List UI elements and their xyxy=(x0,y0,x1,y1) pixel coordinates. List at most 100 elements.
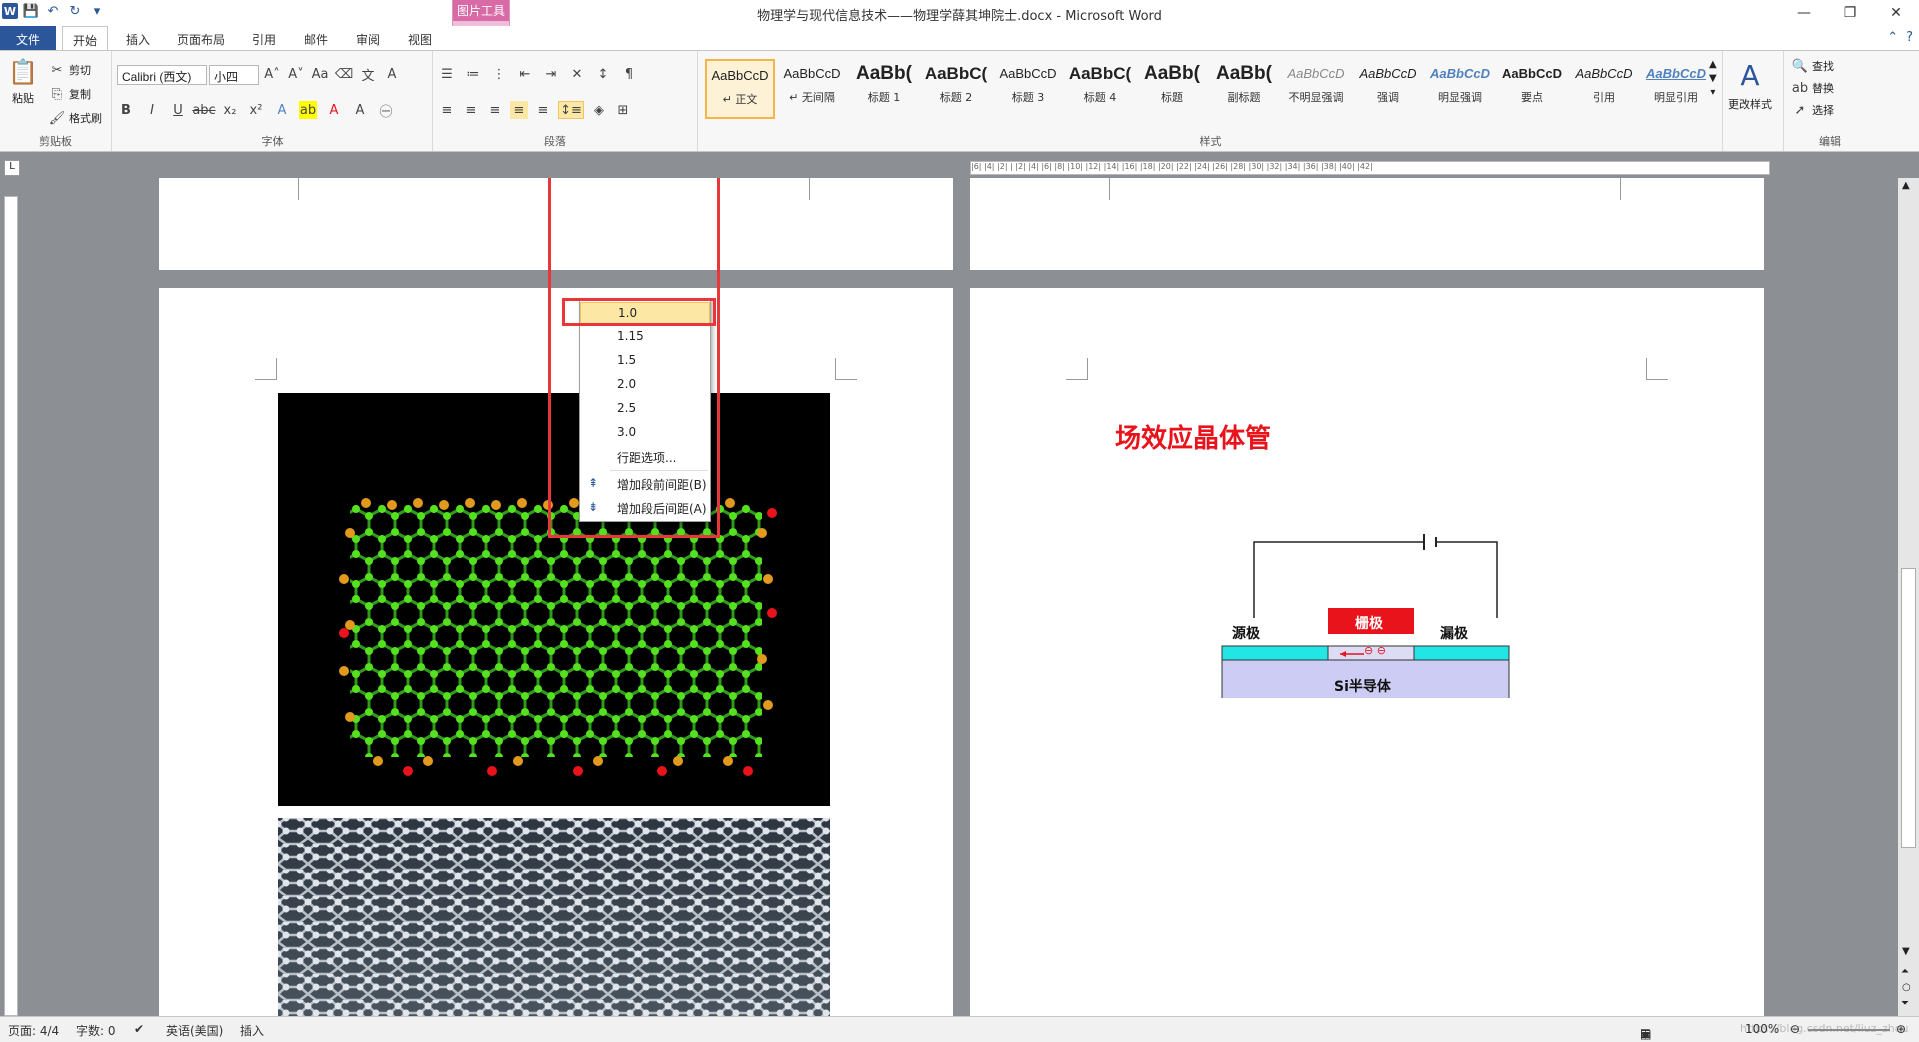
style-normal[interactable]: AaBbCcD ↵ 正文 xyxy=(705,59,775,119)
format-painter-button[interactable]: 🖌 格式刷 xyxy=(48,109,102,127)
zoom-out-icon[interactable]: ⊖ xyxy=(1790,1022,1800,1036)
increase-indent-icon[interactable]: ⇥ xyxy=(542,65,560,83)
style-subtitle[interactable]: AaBb( 副标题 xyxy=(1209,59,1279,119)
style-emphasis[interactable]: AaBbCcD 强调 xyxy=(1353,59,1423,119)
phonetic-icon[interactable]: 文 xyxy=(359,65,377,84)
margin-corner xyxy=(1620,178,1642,200)
distributed-icon[interactable]: ≡ xyxy=(534,101,552,119)
find-button[interactable]: 🔍 查找 xyxy=(1791,57,1834,75)
tab-review[interactable]: 审阅 xyxy=(348,26,388,50)
margin-corner xyxy=(1646,358,1668,380)
zoom-level[interactable]: 100% xyxy=(1745,1022,1779,1036)
fet-heading[interactable]: 场效应晶体管 xyxy=(1115,418,1271,455)
restore-button[interactable]: ❐ xyxy=(1827,0,1873,26)
style-intense-emphasis[interactable]: AaBbCcD 明显强调 xyxy=(1425,59,1495,119)
scroll-down-icon[interactable]: ▼ xyxy=(1902,946,1910,957)
ruler-tab-selector[interactable]: L xyxy=(4,160,20,176)
numbering-icon[interactable]: ≔ xyxy=(464,65,482,83)
next-page-icon[interactable]: ⏷ xyxy=(1901,998,1909,1009)
shrink-font-icon[interactable]: A˅ xyxy=(287,65,305,83)
style-title[interactable]: AaBb( 标题 xyxy=(1137,59,1207,119)
bullets-icon[interactable]: ☰ xyxy=(438,65,456,83)
multilevel-list-icon[interactable]: ⋮ xyxy=(490,65,508,83)
tab-view[interactable]: 视图 xyxy=(400,26,440,50)
replace-button[interactable]: ab 替换 xyxy=(1791,79,1834,97)
select-button[interactable]: ➚ 选择 xyxy=(1791,101,1834,119)
highlight-icon[interactable]: ab xyxy=(299,101,317,119)
language-indicator[interactable]: 英语(美国) xyxy=(166,1022,223,1039)
strikethrough-icon[interactable]: abc xyxy=(192,101,215,119)
page-indicator[interactable]: 页面: 4/4 xyxy=(8,1022,59,1039)
justify-icon[interactable]: ≡ xyxy=(510,101,528,119)
style-quote[interactable]: AaBbCcD 引用 xyxy=(1569,59,1639,119)
bold-icon[interactable]: B xyxy=(117,101,135,119)
zoom-slider[interactable] xyxy=(1808,1029,1890,1031)
horizontal-ruler[interactable]: |6| |4| |2| | |2| |4| |6| |8| |10| |12| … xyxy=(970,161,1770,175)
style-subtle-emphasis[interactable]: AaBbCcD 不明显强调 xyxy=(1281,59,1351,119)
tab-references[interactable]: 引用 xyxy=(244,26,284,50)
char-shading-icon[interactable]: A xyxy=(351,101,369,119)
superscript-icon[interactable]: x² xyxy=(247,101,265,119)
minimize-button[interactable]: — xyxy=(1781,0,1827,26)
style-heading-1[interactable]: AaBb( 标题 1 xyxy=(849,59,919,119)
style-strong[interactable]: AaBbCcD 要点 xyxy=(1497,59,1567,119)
close-button[interactable]: ✕ xyxy=(1873,0,1919,26)
help-icon[interactable]: ? xyxy=(1906,30,1913,45)
insert-mode[interactable]: 插入 xyxy=(240,1022,264,1039)
tab-mailings[interactable]: 邮件 xyxy=(296,26,336,50)
font-color-icon[interactable]: A xyxy=(325,101,343,119)
show-marks-icon[interactable]: ¶ xyxy=(620,65,638,83)
grow-font-icon[interactable]: A˄ xyxy=(263,65,281,83)
copy-button[interactable]: ⎘ 复制 xyxy=(48,85,91,103)
more-styles-icon[interactable]: ▾ xyxy=(1710,87,1715,98)
word-count[interactable]: 字数: 0 xyxy=(76,1022,116,1039)
tab-insert[interactable]: 插入 xyxy=(118,26,158,50)
style-intense-quote[interactable]: AaBbCcD 明显引用 xyxy=(1641,59,1711,119)
change-styles-button[interactable]: A 更改样式 xyxy=(1728,57,1772,112)
document-area[interactable]: 场效应晶体管 栅极 源极 漏极 ⊖ ⊖ Si半导体 1.0 1.15 1.5 2… xyxy=(22,178,1897,1016)
chinese-layout-icon[interactable]: ✕ xyxy=(568,65,586,83)
graphene-3d-lattice-image[interactable] xyxy=(278,818,830,1016)
clear-format-icon[interactable]: ⌫ xyxy=(335,65,353,83)
style-no-spacing[interactable]: AaBbCcD ↵ 无间隔 xyxy=(777,59,847,119)
underline-icon[interactable]: U xyxy=(169,101,187,119)
shading-icon[interactable]: ◈ xyxy=(590,101,608,119)
minimize-ribbon-icon[interactable]: ⌃ xyxy=(1887,30,1898,45)
align-left-icon[interactable]: ≡ xyxy=(438,101,456,119)
text-effects-icon[interactable]: A xyxy=(273,101,291,119)
enclose-char-icon[interactable]: ㊀ xyxy=(377,101,395,120)
decrease-indent-icon[interactable]: ⇤ xyxy=(516,65,534,83)
sort-icon[interactable]: ↕ xyxy=(594,65,612,83)
align-right-icon[interactable]: ≡ xyxy=(486,101,504,119)
tab-home[interactable]: 开始 xyxy=(62,26,108,50)
font-name-combo[interactable]: Calibri (西文) xyxy=(117,65,207,85)
draft-icon[interactable]: ▭ xyxy=(1640,1027,1651,1041)
cut-button[interactable]: ✂ 剪切 xyxy=(48,61,91,79)
styles-scroll[interactable]: ▲ ▼ ▾ xyxy=(1709,59,1717,98)
borders-icon[interactable]: ⊞ xyxy=(614,101,632,119)
tab-file[interactable]: 文件 xyxy=(0,26,56,50)
previous-page-icon[interactable]: ⏶ xyxy=(1901,966,1909,977)
char-border-icon[interactable]: A xyxy=(383,65,401,83)
scroll-up-icon[interactable]: ▲ xyxy=(1902,180,1910,191)
scroll-up-icon[interactable]: ▲ xyxy=(1709,59,1717,70)
scroll-thumb[interactable] xyxy=(1901,568,1916,848)
align-center-icon[interactable]: ≡ xyxy=(462,101,480,119)
paste-button[interactable]: 📋 粘贴 xyxy=(8,57,38,106)
proofing-icon[interactable]: ✔ xyxy=(134,1022,144,1036)
style-heading-4[interactable]: AaBbC( 标题 4 xyxy=(1065,59,1135,119)
style-heading-3[interactable]: AaBbCcD 标题 3 xyxy=(993,59,1063,119)
subscript-icon[interactable]: x₂ xyxy=(221,101,239,119)
line-spacing-icon[interactable]: ↕≡ xyxy=(558,101,584,119)
scroll-down-icon[interactable]: ▼ xyxy=(1709,73,1717,84)
change-case-icon[interactable]: Aa xyxy=(311,65,329,83)
italic-icon[interactable]: I xyxy=(143,101,161,119)
tab-page-layout[interactable]: 页面布局 xyxy=(168,26,234,50)
zoom-in-icon[interactable]: ⊕ xyxy=(1896,1022,1906,1036)
browse-object-icon[interactable]: ○ xyxy=(1902,982,1911,993)
fet-diagram[interactable]: 栅极 源极 漏极 ⊖ ⊖ Si半导体 xyxy=(1212,498,1512,707)
font-size-combo[interactable]: 小四 xyxy=(209,65,259,85)
vertical-ruler[interactable] xyxy=(4,196,18,1016)
style-heading-2[interactable]: AaBbC( 标题 2 xyxy=(921,59,991,119)
vertical-scrollbar[interactable]: ▲ ▼ ⏶ ○ ⏷ xyxy=(1898,178,1919,1016)
